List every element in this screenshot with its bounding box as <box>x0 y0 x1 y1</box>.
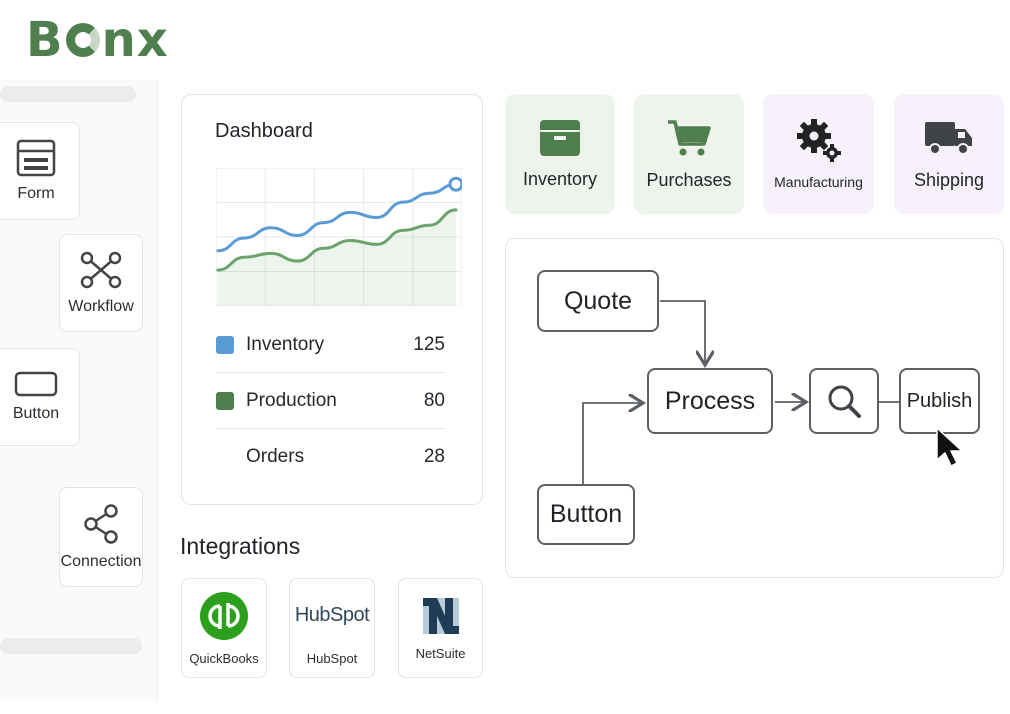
share-icon <box>84 504 118 544</box>
legend-label: Production <box>246 389 337 411</box>
sidebar-bottom-bar <box>0 638 142 654</box>
purchases-tile-label: Purchases <box>646 169 732 190</box>
flow-node-process[interactable]: Process <box>647 368 773 434</box>
brand-logo: B nx <box>26 10 169 70</box>
legend-value: 28 <box>423 446 445 467</box>
form-label: Form <box>17 185 55 202</box>
quickbooks-label: QuickBooks <box>189 650 259 666</box>
production-swatch <box>216 391 234 410</box>
hubspot-wordmark: HubSpot <box>294 604 370 626</box>
brand-o-mark <box>65 23 100 57</box>
integration-hubspot[interactable]: HubSpot HubSpot <box>289 578 375 678</box>
dashboard-legend: Inventory 125 Production 80 Orders 28 <box>216 317 445 485</box>
legend-value: 125 <box>413 333 445 355</box>
workflow-icon <box>80 251 122 289</box>
sidebar-component-button[interactable]: Button <box>0 348 80 446</box>
connector-quote-process <box>660 300 705 365</box>
dashboard-title: Dashboard <box>215 120 313 142</box>
connection-label: Connection <box>60 553 142 570</box>
publish-node-label: Publish <box>906 389 973 412</box>
brand-letters-nx: nx <box>101 12 169 68</box>
mouse-cursor-icon <box>936 427 963 467</box>
dashboard-line-chart <box>216 168 462 306</box>
legend-value: 80 <box>423 389 445 411</box>
integration-netsuite[interactable]: NetSuite <box>398 578 483 678</box>
form-icon <box>16 139 56 177</box>
integrations-title: Integrations <box>180 533 301 559</box>
truck-icon <box>925 121 972 155</box>
button-label: Button <box>12 405 60 422</box>
orders-swatch-empty <box>216 448 234 466</box>
production-area <box>218 209 456 306</box>
sidebar-component-connection[interactable]: Connection <box>59 487 143 587</box>
module-tile-manufacturing[interactable]: Manufacturing <box>763 94 874 214</box>
manufacturing-tile-label: Manufacturing <box>774 174 863 190</box>
inventory-end-point <box>448 176 462 192</box>
inventory-tile-label: Inventory <box>522 168 598 189</box>
sidebar-component-form[interactable]: Form <box>0 122 80 220</box>
sidebar-top-bar <box>0 86 136 102</box>
workflow-label: Workflow <box>68 298 134 315</box>
flow-node-quote[interactable]: Quote <box>537 270 659 332</box>
gears-icon <box>796 119 841 162</box>
hubspot-label: HubSpot <box>306 650 358 666</box>
brand-letter-b: B <box>26 12 64 68</box>
netsuite-logo-icon <box>422 597 459 634</box>
legend-row-inventory: Inventory 125 <box>216 317 445 373</box>
module-tile-purchases[interactable]: Purchases <box>634 94 744 214</box>
search-icon <box>828 385 861 418</box>
legend-row-orders: Orders 28 <box>216 429 445 485</box>
flow-node-publish[interactable]: Publish <box>899 368 980 434</box>
module-tile-shipping[interactable]: Shipping <box>894 94 1004 214</box>
process-node-label: Process <box>664 386 756 415</box>
legend-label: Orders <box>246 446 305 467</box>
flow-node-button[interactable]: Button <box>537 484 635 545</box>
quickbooks-logo-icon <box>200 591 248 640</box>
hubspot-logo-icon: HubSpot <box>294 591 370 641</box>
button-node-label: Button <box>549 500 623 528</box>
box-icon <box>540 119 580 156</box>
flow-node-search[interactable] <box>809 368 879 434</box>
netsuite-label: NetSuite <box>415 645 466 661</box>
quote-node-label: Quote <box>563 286 633 315</box>
integration-quickbooks[interactable]: QuickBooks <box>181 578 267 678</box>
inventory-swatch <box>216 335 234 354</box>
dashboard-card: Dashboard Inventory 125 Production 80 Or… <box>181 94 483 505</box>
shipping-tile-label: Shipping <box>913 169 985 190</box>
connector-button-process <box>582 403 643 484</box>
legend-label: Inventory <box>246 333 325 355</box>
sidebar-component-workflow[interactable]: Workflow <box>59 234 143 332</box>
module-tile-inventory[interactable]: Inventory <box>505 94 615 214</box>
legend-row-production: Production 80 <box>216 373 445 429</box>
cart-icon <box>668 119 711 155</box>
button-icon <box>14 371 58 397</box>
